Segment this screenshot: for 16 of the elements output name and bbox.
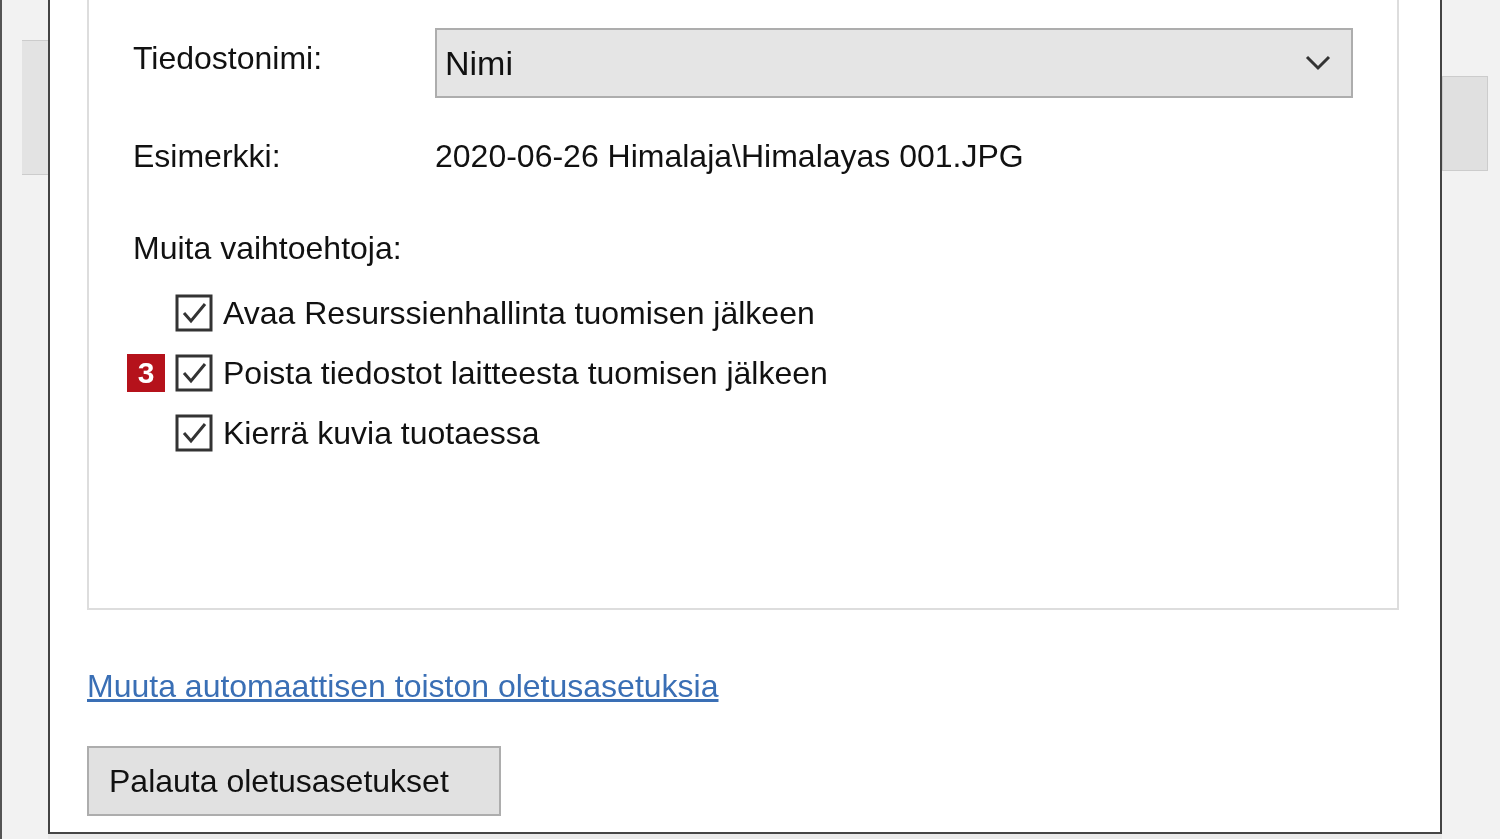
number-badge: 3 xyxy=(127,354,165,392)
filename-dropdown[interactable]: Nimi xyxy=(435,28,1353,98)
checkbox-label[interactable]: Kierrä kuvia tuotaessa xyxy=(223,409,540,457)
chevron-down-icon xyxy=(1305,55,1331,71)
example-label: Esimerkki: xyxy=(133,137,282,176)
checkbox[interactable] xyxy=(175,354,213,392)
dropdown-value: Nimi xyxy=(445,42,513,84)
checkbox-label[interactable]: Poista tiedostot laitteesta tuomisen jälkeen xyxy=(223,349,828,397)
checkbox[interactable] xyxy=(175,294,213,332)
reset-button[interactable]: Palauta oletusasetukset xyxy=(87,746,501,816)
options-heading: Muita vaihtoehtoja: xyxy=(133,229,403,268)
checkbox-label[interactable]: Avaa Resurssienhallinta tuomisen jälkeen xyxy=(223,289,815,337)
checkbox[interactable] xyxy=(175,414,213,452)
filename-label: Tiedostonimi: xyxy=(133,39,324,78)
settings-link[interactable]: Muuta automaattisen toiston oletusasetuksia xyxy=(87,662,719,710)
example-value: 2020-06-26 Himalaja\Himalayas 001.JPG xyxy=(435,137,1024,176)
